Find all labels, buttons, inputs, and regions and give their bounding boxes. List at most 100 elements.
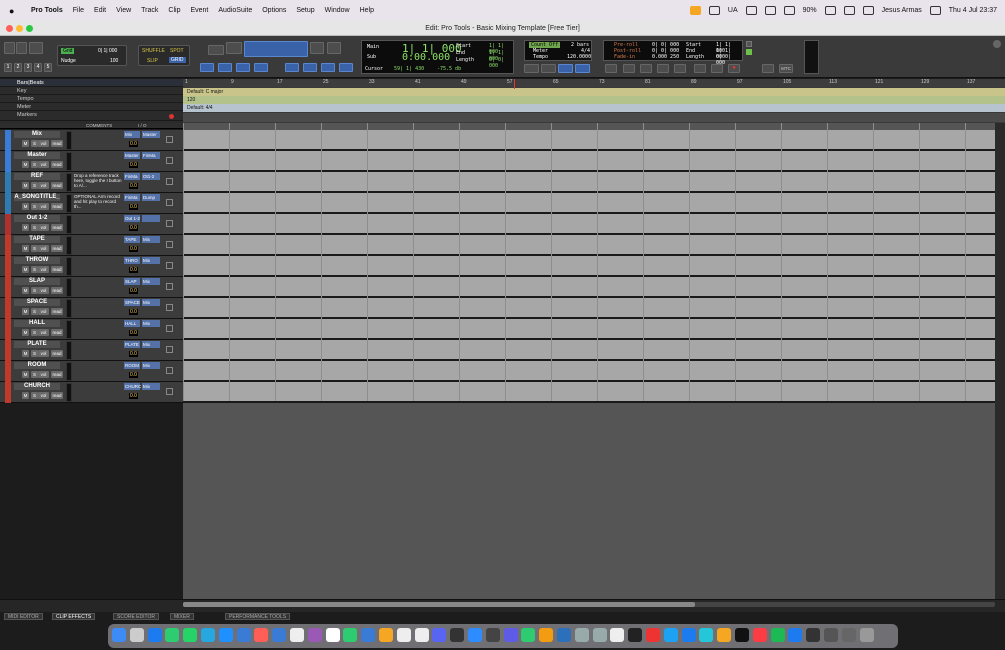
minimize-window-icon[interactable] [16, 25, 23, 32]
conductor-icon[interactable] [575, 64, 590, 73]
track-lane[interactable] [183, 235, 996, 256]
tab-clip-effects[interactable]: CLIP EFFECTS [52, 613, 96, 620]
zoom-window-icon[interactable] [26, 25, 33, 32]
stop-button[interactable] [694, 64, 706, 73]
volume-readout[interactable]: 0.0 [129, 372, 138, 378]
track-lane[interactable] [183, 277, 996, 298]
marker-record-icon[interactable] [169, 114, 174, 119]
solo-button[interactable]: S [31, 350, 38, 357]
dock-app-icon[interactable] [841, 628, 856, 642]
record-button[interactable]: ● [728, 64, 740, 73]
track-comment[interactable]: Drop a reference track here, toggle the … [74, 173, 122, 188]
tab-midi-editor[interactable]: MIDI EDITOR [4, 613, 43, 620]
automation-mode[interactable]: read [51, 350, 63, 357]
dock-app-icon[interactable] [824, 628, 838, 642]
solo-button[interactable]: S [31, 140, 38, 147]
track-lane[interactable] [183, 214, 996, 235]
track-lane[interactable] [183, 319, 996, 340]
solo-button[interactable]: S [31, 329, 38, 336]
output-selector[interactable]: Mix [142, 320, 160, 327]
dock-app-icon[interactable] [539, 628, 554, 642]
insertion-follows-icon[interactable] [254, 63, 268, 72]
dock-app-icon[interactable] [183, 628, 198, 642]
mute-button[interactable]: M [22, 329, 29, 336]
mode-slip[interactable]: SLIP [147, 58, 158, 64]
ruler-markers-label[interactable]: Markers [0, 111, 183, 121]
rewind-button[interactable] [640, 64, 652, 73]
track-name[interactable]: Master [14, 152, 60, 159]
solo-button[interactable]: S [31, 224, 38, 231]
meter-ruler[interactable]: Default: 4/4 [183, 104, 1005, 112]
track-list-icon[interactable] [166, 199, 173, 206]
io-column-header[interactable]: I / O [138, 123, 147, 128]
scroll-thumb[interactable] [183, 602, 695, 607]
track-lane[interactable] [183, 172, 996, 193]
dock-app-icon[interactable] [432, 628, 447, 642]
apple-icon[interactable]: ● [9, 6, 21, 16]
input-selector[interactable]: TAPE [124, 236, 140, 243]
clock[interactable]: Thu 4 Jul 23:37 [949, 7, 997, 14]
midi-merge-icon[interactable] [541, 64, 556, 73]
dock-app-icon[interactable] [699, 628, 714, 642]
track-name[interactable]: ROOM [14, 362, 60, 369]
solo-button[interactable]: S [31, 203, 38, 210]
track-lane[interactable] [183, 382, 996, 403]
dock-app-icon[interactable] [592, 628, 607, 642]
ruler-key-label[interactable]: Key [0, 87, 183, 95]
dock-app-icon[interactable] [485, 628, 500, 642]
automation-mode[interactable]: read [51, 245, 63, 252]
smart-tool-group[interactable] [244, 41, 308, 57]
input-selector[interactable]: SPACE [124, 299, 140, 306]
mic-indicator-icon[interactable] [689, 6, 701, 15]
spotlight-icon[interactable] [929, 6, 941, 15]
track-list-icon[interactable] [166, 388, 173, 395]
track-row[interactable]: Mix M Svol read Mix Master 0.0 [0, 130, 183, 151]
grid-label[interactable]: Grid [61, 48, 75, 54]
output-selector[interactable]: Mix [142, 236, 160, 243]
go-to-end-button[interactable] [674, 64, 686, 73]
solo-button[interactable]: S [31, 266, 38, 273]
mirror-midi-icon[interactable] [285, 63, 299, 72]
mute-button[interactable]: M [22, 140, 29, 147]
track-row[interactable]: CHURCH M Svol read CHURC Mix 0.0 [0, 382, 183, 403]
link-track-icon[interactable] [236, 63, 250, 72]
return-to-zero-button[interactable] [623, 64, 635, 73]
zoom-preset-5[interactable]: 5 [44, 63, 52, 72]
shield-tray-icon[interactable] [783, 6, 795, 15]
dock-app-icon[interactable] [396, 628, 411, 642]
solo-button[interactable]: S [31, 371, 38, 378]
close-window-icon[interactable] [6, 25, 13, 32]
track-lane[interactable] [183, 151, 996, 172]
dock-app-icon[interactable] [361, 628, 376, 642]
menu-file[interactable]: File [73, 7, 84, 14]
dock-app-icon[interactable] [218, 628, 233, 642]
track-view-selector[interactable]: vol [38, 203, 49, 210]
automation-mode[interactable]: read [51, 140, 63, 147]
ruler-meter-label[interactable]: Meter [0, 103, 183, 111]
nudge-value[interactable]: 100 [110, 58, 118, 64]
track-lane[interactable] [183, 256, 996, 277]
dock-app-icon[interactable] [735, 628, 749, 642]
wait-for-note-icon[interactable] [558, 64, 573, 73]
output-selector[interactable]: Mix [142, 362, 160, 369]
ua-tray-label[interactable]: UA [728, 7, 738, 14]
track-view-selector[interactable]: vol [38, 371, 49, 378]
automation-mode[interactable]: read [51, 287, 63, 294]
automation-mode[interactable]: read [51, 392, 63, 399]
menu-view[interactable]: View [116, 7, 131, 14]
track-comment[interactable]: OPTIONAL Arm record and hit play to reco… [74, 194, 122, 209]
track-list-icon[interactable] [166, 136, 173, 143]
magnify-tool-icon[interactable] [226, 42, 242, 54]
mute-button[interactable]: M [22, 266, 29, 273]
input-selector[interactable]: Out 1-2 [124, 215, 140, 222]
zoom-preset-3[interactable]: 3 [24, 63, 32, 72]
dock-app-icon[interactable] [806, 628, 821, 642]
track-row[interactable]: THROW M Svol read THRO Mix 0.0 [0, 256, 183, 277]
menu-window[interactable]: Window [325, 7, 350, 14]
input-selector[interactable]: HALL [124, 320, 140, 327]
zoom-preset-button[interactable] [16, 42, 27, 54]
automation-mode[interactable]: read [51, 308, 63, 315]
pencil-tool-icon[interactable] [327, 42, 341, 54]
output-selector[interactable]: Mix [142, 341, 160, 348]
volume-readout[interactable]: 0.0 [129, 204, 138, 210]
